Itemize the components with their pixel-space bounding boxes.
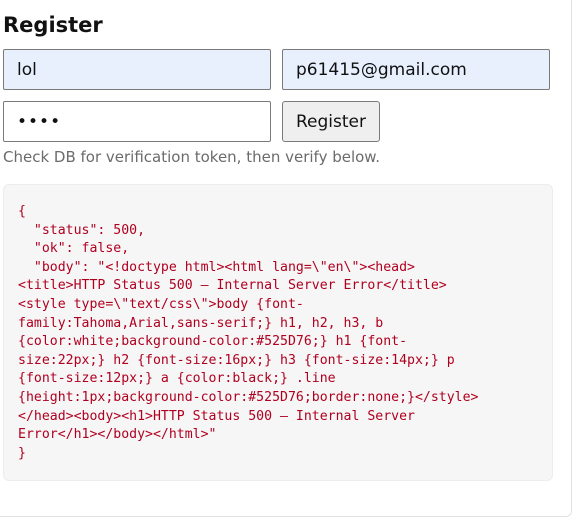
response-line: "body": "<!doctype html><html lang=\"en\… [18,259,415,275]
page-title: Register [3,13,103,37]
response-line: size:22px;} h2 {font-size:16px;} h3 {fon… [18,352,455,368]
register-panel: Register Register Check DB for verificat… [0,0,572,517]
response-line: <style type=\"text/css\">body {font- [18,296,304,312]
response-line: {color:white;background-color:#525D76;} … [18,334,408,350]
response-line: {height:1px;background-color:#525D76;bor… [18,389,479,405]
email-input[interactable] [282,49,550,90]
register-button[interactable]: Register [282,101,380,142]
password-input[interactable] [3,101,271,142]
verification-hint: Check DB for verification token, then ve… [3,148,380,166]
username-input[interactable] [3,49,271,90]
response-line: Error</h1></body></html>" [18,427,217,443]
response-line: family:Tahoma,Arial,sans-serif;} h1, h2,… [18,315,384,331]
response-line: </head><body><h1>HTTP Status 500 – Inter… [18,408,415,424]
response-json: { "status": 500, "ok": false, "body": "<… [18,203,538,463]
response-line: "status": 500, [18,222,146,238]
response-line: { [18,204,26,219]
response-line: <title>HTTP Status 500 – Internal Server… [18,278,447,294]
response-line: {font-size:12px;} a {color:black;} .line [18,371,336,387]
response-output: { "status": 500, "ok": false, "body": "<… [3,184,553,481]
response-line: } [18,445,26,461]
response-line: "ok": false, [18,241,130,257]
